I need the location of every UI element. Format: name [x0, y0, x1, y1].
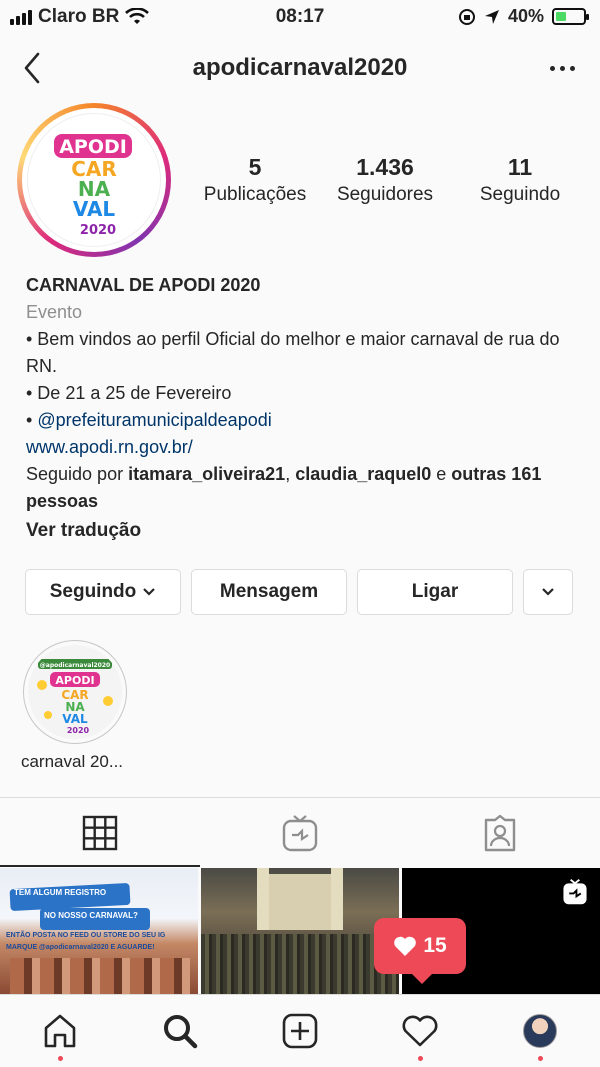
bio-mention-link[interactable]: @prefeituramunicipaldeapodi: [37, 410, 271, 430]
search-icon: [164, 1015, 198, 1049]
profile-bio: CARNAVAL DE APODI 2020 Evento • Bem vind…: [26, 272, 576, 544]
suggestions-button[interactable]: [523, 569, 573, 615]
igtv-icon: [282, 814, 318, 851]
followed-by[interactable]: Seguido por itamara_oliveira21, claudia_…: [26, 461, 576, 515]
highlight-caption: @apodicarnaval2020: [40, 662, 110, 669]
svg-text:2020: 2020: [80, 223, 116, 238]
chevron-down-icon: [143, 588, 156, 596]
stat-following[interactable]: 11 Seguindo: [450, 153, 590, 209]
message-button-label: Mensagem: [219, 581, 319, 602]
svg-text:VAL: VAL: [73, 197, 116, 221]
apodi-logo: APODI CAR NA VAL 2020: [30, 116, 158, 244]
plus-square-icon: [282, 1013, 318, 1049]
bio-line-1: • Bem vindos ao perfil Oficial do melhor…: [26, 329, 560, 376]
home-notification-dot: [58, 1056, 63, 1061]
highlight-text-3: VAL: [62, 712, 88, 726]
post-thumbnail[interactable]: TEM ALGUM REGISTRO NO NOSSO CARNAVAL? EN…: [0, 868, 198, 994]
post-thumbnail[interactable]: [201, 868, 399, 994]
likes-count: 15: [423, 934, 447, 957]
story-highlight[interactable]: @apodicarnaval2020 APODI CAR NA VAL 2020…: [20, 640, 130, 772]
status-bar: Claro BR 08:17 40%: [0, 0, 600, 34]
profile-name: CARNAVAL DE APODI 2020: [26, 275, 261, 295]
avatar-logo: APODI CAR NA VAL 2020: [27, 113, 161, 247]
stat-following-count: 11: [507, 154, 533, 180]
stat-followers-count: 1.436: [356, 154, 414, 180]
message-button[interactable]: Mensagem: [191, 569, 347, 615]
activity-notification[interactable]: 15: [374, 918, 466, 984]
post1-text-2: ENTÃO POSTA NO FEED OU STORE DO SEU IG: [6, 932, 166, 939]
following-button[interactable]: Seguindo: [25, 569, 181, 615]
profile-avatar-small: [523, 1014, 557, 1048]
highlight-ring: @apodicarnaval2020 APODI CAR NA VAL 2020: [23, 640, 127, 744]
profile-notification-dot: [538, 1056, 543, 1061]
post1-text-3: MARQUE @apodicarnaval2020 E AGUARDE!: [6, 944, 155, 951]
highlight-cover: @apodicarnaval2020 APODI CAR NA VAL 2020: [28, 645, 122, 739]
stat-posts[interactable]: 5 Publicações: [190, 153, 320, 209]
activity-notification-dot: [418, 1056, 423, 1061]
location-arrow-icon: [484, 9, 499, 24]
battery-level-fill: [556, 12, 567, 21]
nav-new-post[interactable]: [240, 995, 360, 1067]
profile-header: apodicarnaval2020: [0, 40, 600, 96]
igtv-icon: [563, 879, 587, 905]
nav-search[interactable]: [120, 995, 240, 1067]
highlight-text-4: 2020: [67, 726, 90, 735]
heart-outline-icon: [402, 1015, 438, 1047]
followed-sep: ,: [285, 464, 296, 484]
call-button[interactable]: Ligar: [357, 569, 513, 615]
followed-and: e: [431, 464, 452, 484]
stat-following-label: Seguindo: [479, 184, 561, 205]
battery-percent: 40%: [507, 6, 544, 26]
stat-posts-count: 5: [248, 154, 262, 180]
followed-prefix: Seguido por: [26, 464, 129, 484]
website-link[interactable]: www.apodi.rn.gov.br/: [26, 434, 576, 461]
bio-line-2: • De 21 a 25 de Fevereiro: [26, 383, 232, 403]
nav-profile[interactable]: [480, 995, 600, 1067]
followed-user-1: itamara_oliveira21: [128, 464, 286, 484]
church-shape: [257, 868, 343, 930]
profile-tabs: [0, 797, 600, 867]
header-username: apodicarnaval2020: [192, 54, 408, 81]
tab-grid[interactable]: [0, 798, 200, 867]
post1-text-0: TEM ALGUM REGISTRO: [14, 888, 107, 897]
profile-category: Evento: [26, 302, 83, 322]
bio-line-3: • @prefeituramunicipaldeapodi: [26, 407, 576, 434]
bio-line-3-prefix: •: [26, 410, 38, 430]
stat-followers-label: Seguidores: [336, 184, 434, 205]
call-button-label: Ligar: [411, 581, 459, 602]
highlight-logo: @apodicarnaval2020 APODI CAR NA VAL 2020: [37, 659, 113, 735]
heart-icon: [394, 936, 417, 956]
profile-avatar[interactable]: APODI CAR NA VAL 2020: [17, 103, 171, 257]
tab-igtv[interactable]: [200, 798, 400, 867]
profile-actions: Seguindo Mensagem Ligar: [25, 569, 573, 615]
profile-stats: 5 Publicações 1.436 Seguidores 11 Seguin…: [190, 153, 590, 209]
followed-user-2: claudia_raquel0: [295, 464, 432, 484]
nav-home[interactable]: [0, 995, 120, 1067]
post1-text-1: NO NOSSO CARNAVAL?: [44, 911, 138, 920]
status-right: 40%: [458, 6, 589, 27]
more-options-icon[interactable]: [542, 54, 582, 82]
posts-grid: TEM ALGUM REGISTRO NO NOSSO CARNAVAL? EN…: [0, 868, 600, 994]
stat-posts-label: Publicações: [203, 184, 307, 205]
following-button-label: Seguindo: [49, 581, 137, 602]
chevron-down-icon: [542, 588, 554, 596]
home-icon: [44, 1014, 76, 1048]
highlight-text-0: APODI: [55, 674, 94, 687]
see-translation-link[interactable]: Ver tradução: [26, 517, 576, 544]
tagged-user-icon: [484, 814, 516, 851]
bottom-nav: [0, 994, 600, 1067]
tab-tagged[interactable]: [400, 798, 600, 867]
nav-activity[interactable]: [360, 995, 480, 1067]
svg-text:APODI: APODI: [59, 136, 127, 158]
stat-followers[interactable]: 1.436 Seguidores: [320, 153, 450, 209]
highlight-label: carnaval 20...: [20, 752, 124, 771]
rotation-lock-icon: [458, 8, 475, 25]
grid-icon: [82, 815, 118, 850]
battery-icon: [552, 8, 589, 25]
